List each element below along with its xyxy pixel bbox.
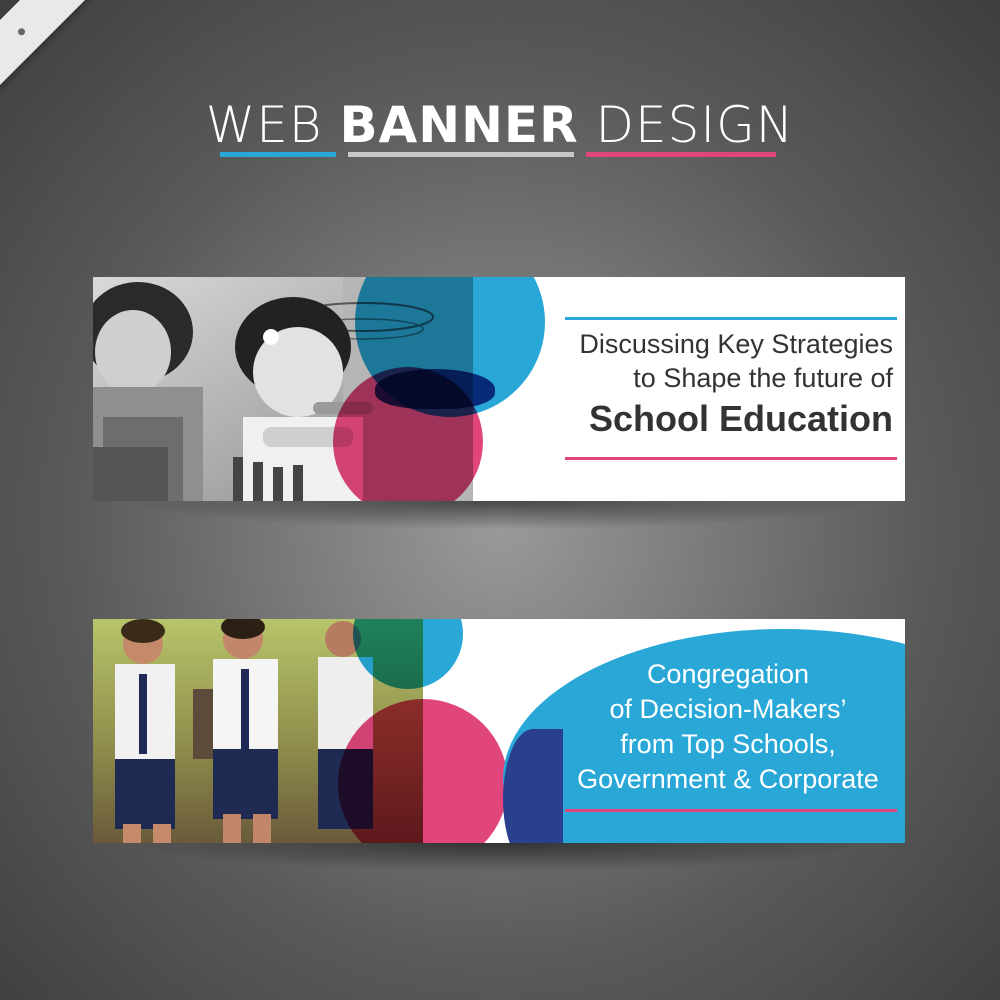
page-title: WEB BANNER DESIGN — [0, 98, 1000, 152]
title-banner: BANNER — [339, 96, 579, 154]
banner1-navy-overlap — [375, 369, 495, 409]
banner1-line1: Discussing Key Strategies — [579, 329, 893, 359]
title-underline-blue — [220, 152, 336, 157]
banner2-line3: from Top Schools, — [620, 729, 836, 759]
banner1-bottom-rule — [565, 457, 897, 460]
title-underline-pink — [586, 152, 776, 157]
title-web: WEB — [205, 96, 340, 154]
title-design: DESIGN — [578, 96, 795, 154]
banner2-bottom-rule — [565, 809, 897, 812]
ribbon-dot — [16, 26, 27, 37]
banner1-top-rule — [565, 317, 897, 320]
banner-school-education: Discussing Key Strategies to Shape the f… — [93, 277, 905, 501]
banner1-line3: School Education — [588, 398, 893, 439]
banner2-text: Congregation of Decision-Makers’ from To… — [563, 657, 893, 797]
banner1-line2: to Shape the future of — [633, 363, 893, 393]
banner2-line2: of Decision-Makers’ — [609, 694, 847, 724]
corner-ribbon — [0, 0, 262, 93]
title-underline-gray — [348, 152, 574, 157]
banner1-shadow — [120, 500, 880, 530]
banner1-text: Discussing Key Strategies to Shape the f… — [563, 327, 893, 441]
banner2-shadow — [120, 842, 880, 872]
banner2-line4: Government & Corporate — [577, 764, 879, 794]
banner2-line1: Congregation — [646, 659, 810, 689]
banner-congregation: Congregation of Decision-Makers’ from To… — [93, 619, 905, 843]
banner2-navy-overlap — [503, 729, 563, 843]
